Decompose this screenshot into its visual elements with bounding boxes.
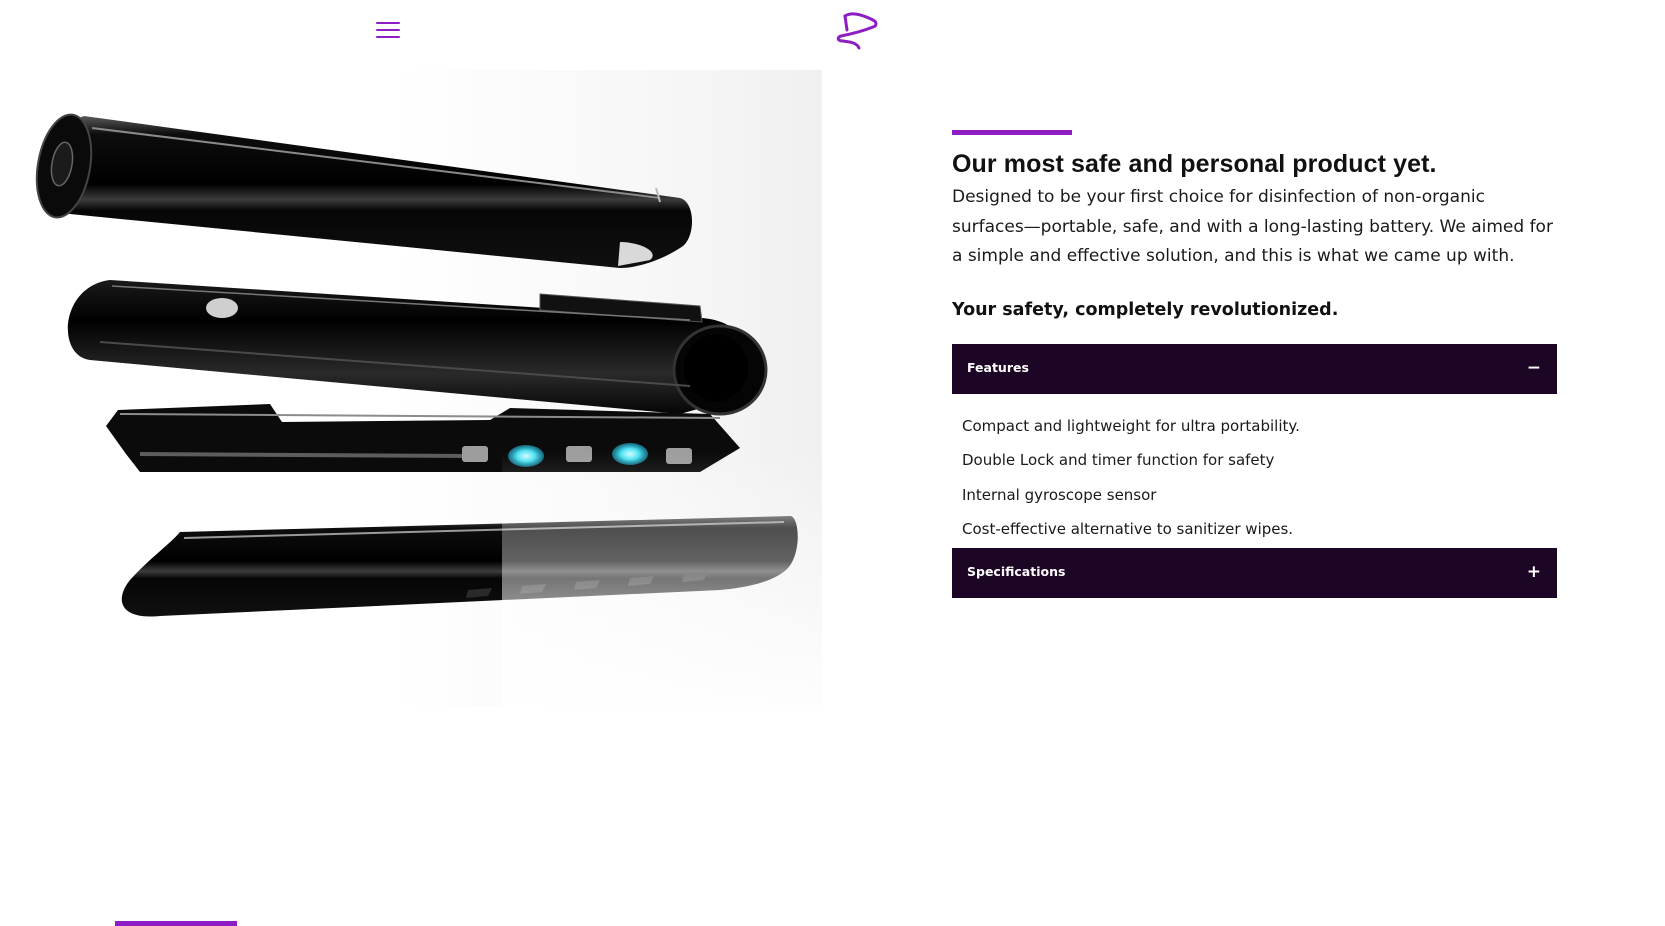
wand-bottom-cover: [121, 516, 798, 617]
features-list: Compact and lightweight for ultra portab…: [952, 394, 1557, 549]
wand-led-board: [106, 404, 740, 472]
feature-item: Compact and lightweight for ultra portab…: [962, 416, 1300, 435]
hamburger-menu-icon[interactable]: [372, 16, 406, 46]
feature-item: Internal gyroscope sensor: [962, 485, 1157, 504]
accordion-features-header[interactable]: Features −: [952, 343, 1557, 394]
feature-item: Double Lock and timer function for safet…: [962, 451, 1275, 469]
accordion-specifications-header[interactable]: Specifications +: [952, 548, 1557, 598]
next-section-accent-bar: [115, 921, 237, 926]
product-details-section: Our most safe and personal product yet. …: [952, 130, 1557, 598]
feature-item: Cost-effective alternative to sanitizer …: [962, 520, 1294, 538]
section-headline: Our most safe and personal product yet.: [952, 150, 1437, 178]
expand-plus-icon[interactable]: +: [1527, 560, 1541, 584]
menu-line: [376, 22, 400, 24]
wand-middle-shell: [67, 280, 768, 416]
section-description: Designed to be your first choice for dis…: [952, 187, 1553, 266]
product-exploded-view-image: [0, 70, 822, 706]
accordion-specifications-label: Specifications: [967, 564, 1066, 579]
menu-line: [376, 36, 400, 38]
site-header: [0, 0, 1665, 64]
accordion-features-label: Features: [967, 359, 1029, 375]
brand-logo-icon[interactable]: [833, 10, 885, 50]
accent-bar: [952, 130, 1072, 135]
wand-top-shell: [35, 113, 693, 268]
section-tagline: Your safety, completely revolutionized.: [952, 299, 1339, 320]
collapse-minus-icon[interactable]: −: [1527, 356, 1541, 380]
menu-line: [376, 29, 400, 31]
